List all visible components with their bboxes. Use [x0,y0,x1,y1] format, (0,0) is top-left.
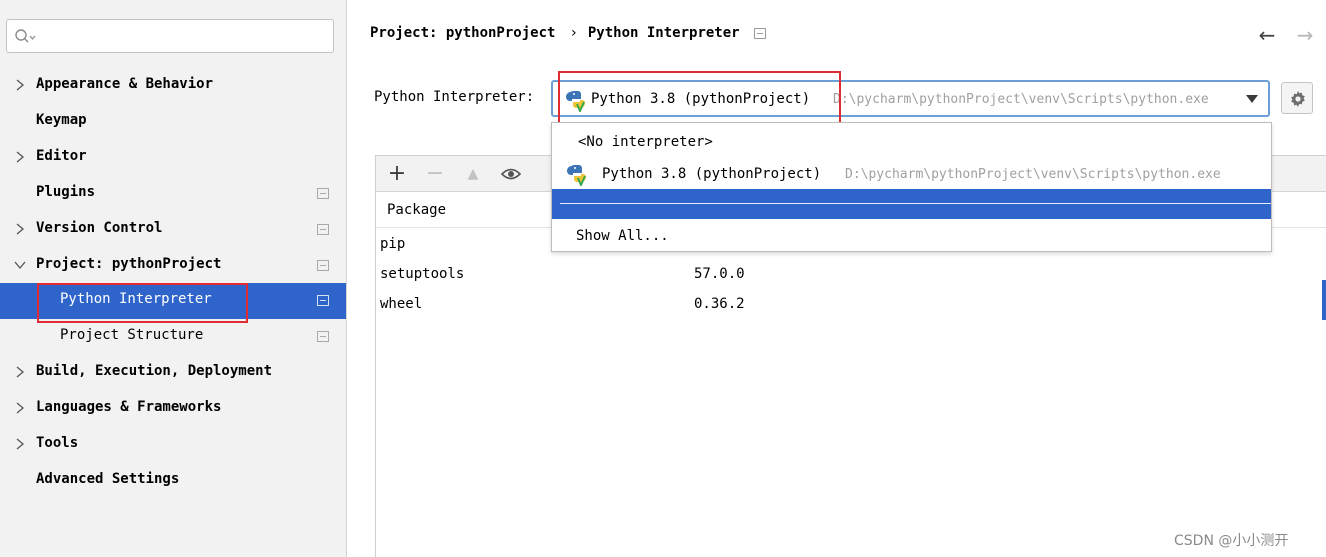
settings-sidebar: Appearance & Behavior Keymap Editor Plug… [0,0,347,557]
sidebar-item-keymap[interactable]: Keymap [0,104,346,140]
breadcrumb-separator: › [569,25,578,41]
selected-interpreter-name: Python 3.8 (pythonProject) [591,91,811,107]
sidebar-item-advanced-settings[interactable]: Advanced Settings [0,463,346,499]
project-settings-icon [317,260,329,271]
breadcrumb-project[interactable]: Project: pythonProject [370,25,555,41]
sidebar-item-tools[interactable]: Tools [0,427,346,463]
option-label: Python 3.8 (pythonProject) [602,166,822,182]
watermark: CSDN @小小测开 [1174,533,1289,549]
eye-icon [500,168,522,180]
table-row[interactable]: wheel 0.36.2 [376,290,1326,320]
chevron-right-icon [16,438,25,450]
python-interpreter-combobox[interactable]: Python 3.8 (pythonProject) D:\pycharm\py… [551,80,1270,117]
forward-arrow-icon[interactable]: → [1294,24,1316,46]
sidebar-item-appearance-behavior[interactable]: Appearance & Behavior [0,68,346,104]
sidebar-item-label: Languages & Frameworks [36,399,222,415]
upgrade-package-button[interactable]: ▲ [460,161,486,187]
option-show-all[interactable]: Show All... [552,219,1271,253]
remove-package-button[interactable]: − [422,161,448,187]
search-input[interactable] [39,24,329,48]
sidebar-item-label: Advanced Settings [36,471,180,487]
gear-icon [1291,91,1305,107]
dropdown-arrow-icon[interactable] [1246,95,1258,103]
sidebar-item-label: Build, Execution, Deployment [36,363,273,379]
option-label: <No interpreter> [578,134,713,150]
project-settings-icon [317,331,329,342]
sidebar-item-project-structure[interactable]: Project Structure [0,319,346,355]
settings-search-box[interactable] [6,19,334,53]
chevron-right-icon [16,366,25,378]
search-icon [15,29,36,43]
sidebar-item-label: Keymap [36,112,87,128]
interpreter-settings-button[interactable] [1281,82,1313,114]
option-path: D:\pycharm\pythonProject\venv\Scripts\py… [845,167,1221,182]
package-version: 0.36.2 [694,296,745,312]
package-name: setuptools [380,266,465,282]
sidebar-item-version-control[interactable]: Version Control [0,212,346,248]
python-venv-icon [566,165,587,186]
option-separator-selected[interactable] [552,189,1271,219]
sidebar-item-label: Plugins [36,184,96,200]
chevron-right-icon [16,402,25,414]
back-arrow-icon[interactable]: ← [1256,24,1278,46]
separator-line [560,203,1271,204]
project-settings-icon [753,27,766,39]
project-settings-icon [317,295,329,306]
chevron-right-icon [16,223,25,235]
package-name: pip [380,236,406,252]
package-version: 57.0.0 [694,266,745,282]
sidebar-item-editor[interactable]: Editor [0,140,346,176]
sidebar-item-label: Editor [36,148,87,164]
project-settings-icon [317,188,329,199]
chevron-down-icon [14,261,26,270]
add-package-button[interactable]: + [384,161,410,187]
option-no-interpreter[interactable]: <No interpreter> [552,125,1271,159]
table-row[interactable]: setuptools 57.0.0 [376,260,1326,290]
option-label: Show All... [576,228,669,244]
sidebar-item-label: Project Structure [60,327,204,343]
option-python-38[interactable]: Python 3.8 (pythonProject) D:\pycharm\py… [552,157,1271,191]
sidebar-item-label: Python Interpreter [60,291,212,307]
column-header-package[interactable]: Package [387,202,446,218]
breadcrumb-page: Python Interpreter [587,25,740,41]
chevron-right-icon [16,151,25,163]
package-name: wheel [380,296,423,312]
sidebar-item-label: Appearance & Behavior [36,76,214,92]
breadcrumb: Project: pythonProject › Python Interprete… [370,25,766,45]
sidebar-item-label: Version Control [36,220,163,236]
chevron-right-icon [16,79,25,91]
scroll-indicator [1322,280,1326,320]
sidebar-item-label: Tools [36,435,79,451]
show-early-releases-button[interactable] [498,161,524,187]
sidebar-item-languages-frameworks[interactable]: Languages & Frameworks [0,391,346,427]
sidebar-item-build-execution-deployment[interactable]: Build, Execution, Deployment [0,355,346,391]
selected-interpreter-path: D:\pycharm\pythonProject\venv\Scripts\py… [833,92,1209,107]
project-settings-icon [317,224,329,235]
python-venv-icon [565,91,586,112]
sidebar-item-project[interactable]: Project: pythonProject [0,248,346,284]
python-interpreter-label: Python Interpreter: [374,89,535,105]
sidebar-item-label: Project: pythonProject [36,256,222,272]
interpreter-dropdown-list: <No interpreter> Python 3.8 (pythonProje… [551,122,1272,252]
sidebar-item-python-interpreter[interactable]: Python Interpreter [0,283,346,319]
sidebar-item-plugins[interactable]: Plugins [0,176,346,212]
